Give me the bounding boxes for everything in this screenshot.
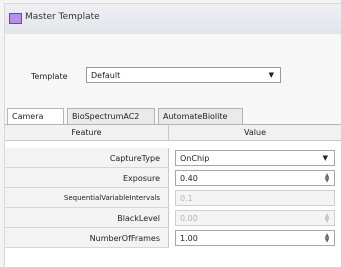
capturetype-value: OnChip xyxy=(180,154,210,163)
grid-row-numberofframes: NumberOfFrames 1.00 ▲ ▼ xyxy=(5,228,341,248)
exposure-value: 0.40 xyxy=(180,174,198,183)
title-bar: Master Template xyxy=(5,4,341,34)
tab-automatebiolite[interactable]: AutomateBiolite xyxy=(158,108,243,124)
template-dropdown-value: Default xyxy=(91,71,121,80)
feature-column-header: Feature xyxy=(5,125,169,141)
template-dropdown[interactable]: Default ▼ xyxy=(86,67,281,83)
blacklevel-value: 0.00 xyxy=(180,214,198,223)
feature-label: NumberOfFrames xyxy=(5,228,169,248)
app-icon xyxy=(9,13,22,24)
numberofframes-spinner[interactable]: 1.00 ▲ ▼ xyxy=(175,230,335,246)
chevron-down-icon: ▼ xyxy=(322,154,328,162)
master-template-window: Master Template Template Default ▼ Camer… xyxy=(4,3,341,267)
property-grid: Feature Value CaptureType OnChip ▼ Expos… xyxy=(5,124,341,267)
grid-row-blacklevel: BlackLevel 0.00 ▲ ▼ xyxy=(5,208,341,228)
tab-bar: Camera BioSpectrumAC2 AutomateBiolite xyxy=(5,108,341,125)
chevron-down-icon: ▼ xyxy=(268,71,274,79)
feature-label: BlackLevel xyxy=(5,208,169,228)
sequentialvariableintervals-field: 0.1 xyxy=(175,190,335,206)
sequentialvariableintervals-value: 0.1 xyxy=(180,194,193,203)
exposure-spinner[interactable]: 0.40 ▲ ▼ xyxy=(175,170,335,186)
tab-camera[interactable]: Camera xyxy=(7,108,64,125)
feature-label: SequentialVariableIntervals xyxy=(5,188,169,208)
grid-row-exposure: Exposure 0.40 ▲ ▼ xyxy=(5,168,341,188)
template-label: Template xyxy=(31,72,68,81)
spinner-arrows-icon[interactable]: ▲ ▼ xyxy=(322,173,332,184)
blacklevel-spinner: 0.00 ▲ ▼ xyxy=(175,210,335,226)
spinner-arrows-icon: ▲ ▼ xyxy=(324,212,330,224)
feature-label: Exposure xyxy=(5,168,169,188)
window-title: Master Template xyxy=(25,12,100,22)
numberofframes-value: 1.00 xyxy=(180,234,198,243)
feature-label: CaptureType xyxy=(5,148,169,168)
tab-biospectrumac2[interactable]: BioSpectrumAC2 xyxy=(67,108,155,124)
capturetype-dropdown[interactable]: OnChip ▼ xyxy=(175,150,335,166)
value-column-header: Value xyxy=(169,125,341,141)
spinner-arrows-icon[interactable]: ▲ ▼ xyxy=(322,233,332,244)
grid-row-sequentialvariableintervals: SequentialVariableIntervals 0.1 xyxy=(5,188,341,208)
grid-row-capturetype: CaptureType OnChip ▼ xyxy=(5,148,341,168)
